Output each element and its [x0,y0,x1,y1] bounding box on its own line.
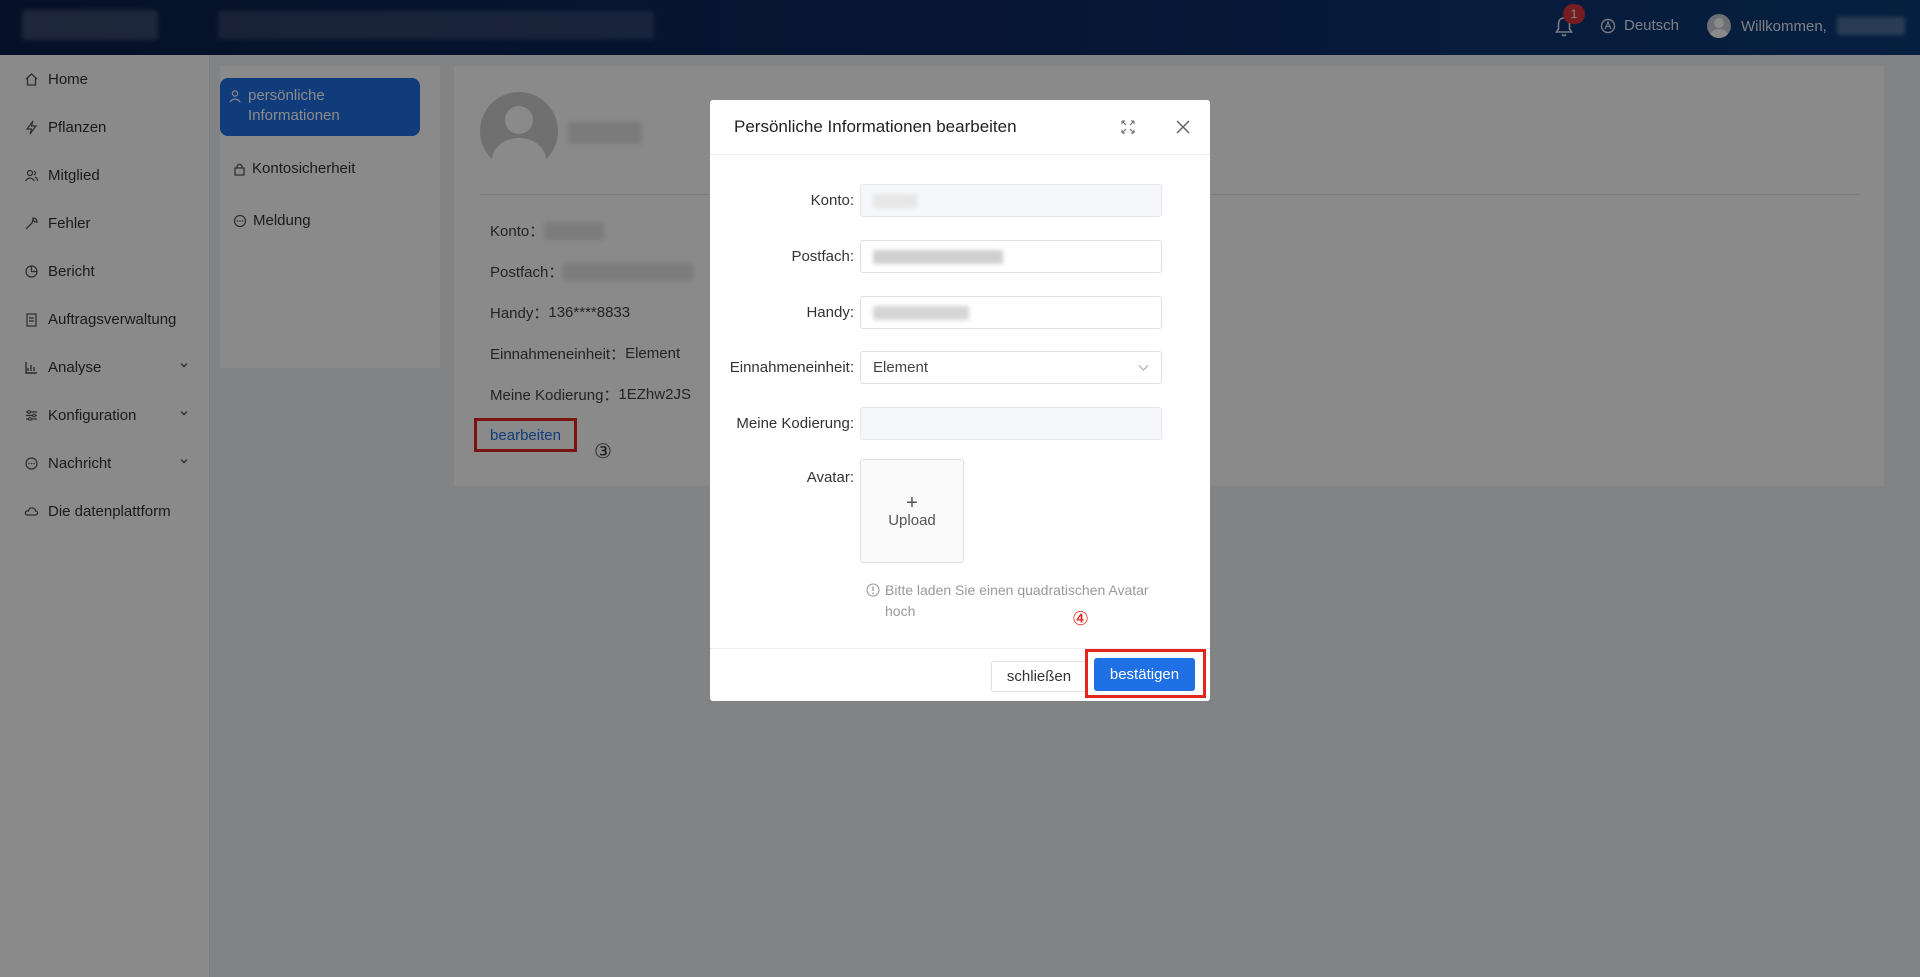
form-row-unit: Einnahmeneinheit: Element [710,351,1210,384]
dialog-header: Persönliche Informationen bearbeiten [710,100,1210,155]
plus-icon: + [906,491,918,514]
dialog-footer: schließen bestätigen [710,648,1210,701]
konto-field[interactable] [860,184,1162,217]
field-label: Avatar: [806,469,854,486]
field-label: Postfach: [791,248,854,265]
form-row-postfach: Postfach: [710,240,1210,273]
hint-text: Bitte laden Sie einen quadratischen Avat… [885,582,1149,619]
redacted-value [873,193,917,208]
form-row-handy: Handy: [710,296,1210,329]
field-label: Einnahmeneinheit: [729,359,854,376]
expand-icon[interactable] [1120,119,1136,135]
field-label: Handy: [806,304,854,321]
chevron-down-icon [1138,365,1149,371]
field-label: Meine Kodierung: [736,415,854,432]
unit-select-value: Element [873,359,929,376]
info-icon [866,583,880,597]
form-row-code: Meine Kodierung: [710,407,1210,440]
code-field[interactable] [860,407,1162,440]
redacted-value [873,305,969,320]
form-row-avatar: Avatar: + Upload [710,459,1210,563]
confirm-button[interactable]: bestätigen [1094,658,1195,691]
email-field[interactable] [860,240,1162,273]
upload-label: Upload [888,511,936,529]
avatar-upload-button[interactable]: + Upload [860,459,964,563]
avatar-hint: Bitte laden Sie einen quadratischen Avat… [866,580,1176,622]
close-button[interactable]: schließen [991,661,1087,692]
close-icon[interactable] [1174,118,1192,136]
edit-profile-dialog: Persönliche Informationen bearbeiten Kon… [710,100,1210,701]
unit-select[interactable]: Element [860,351,1162,384]
step-marker-4: ④ [1072,609,1090,630]
field-label: Konto: [810,192,854,209]
form-row-konto: Konto: [710,184,1210,217]
redacted-value [873,249,1003,264]
dialog-title: Persönliche Informationen bearbeiten [734,117,1017,136]
phone-field[interactable] [860,296,1162,329]
